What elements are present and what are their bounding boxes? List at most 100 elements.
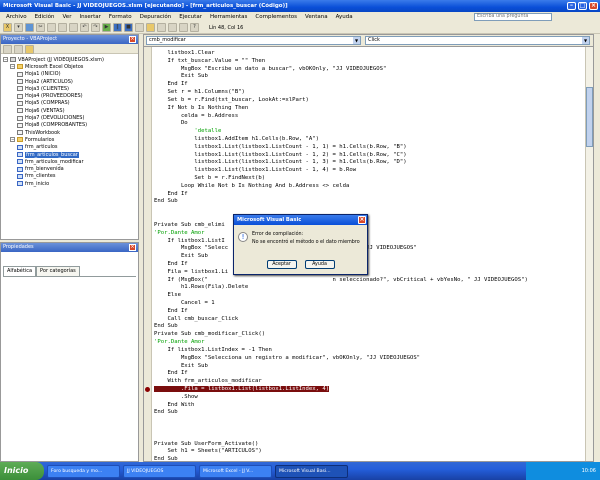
help-button[interactable]: Ayuda	[304, 260, 335, 269]
save-icon[interactable]	[25, 23, 34, 32]
code-line[interactable]: Set b = r.FindNext(b)	[154, 175, 586, 183]
code-line[interactable]: If txt_buscar.Value = "" Then	[154, 58, 586, 66]
tree-item[interactable]: Hoja5 (COMPRAS)	[3, 100, 138, 107]
pause-icon[interactable]: ‖	[113, 23, 122, 32]
start-button[interactable]: Inicio	[0, 462, 44, 480]
code-line[interactable]: Exit Sub	[154, 363, 586, 371]
code-line[interactable]: Private Sub cmb_elimi	[154, 222, 586, 230]
taskbar-item[interactable]: JJ VIDEOJUEGOS	[123, 464, 196, 478]
maximize-button[interactable]: □	[578, 2, 587, 10]
cut-icon[interactable]: ✂	[36, 23, 45, 32]
code-line[interactable]: End If	[154, 370, 586, 378]
tree-item[interactable]: Hoja1 (INICIO)	[3, 71, 138, 78]
close-icon[interactable]: ×	[129, 36, 136, 43]
code-line[interactable]: 'detalle	[154, 128, 586, 136]
code-line[interactable]	[154, 433, 586, 441]
close-button[interactable]: ×	[589, 2, 598, 10]
code-line[interactable]: .Fila = listbox1.List(listbox1.ListIndex…	[154, 385, 586, 394]
code-line[interactable]: listbox1.List(listbox1.ListCount - 1, 2)…	[154, 152, 586, 160]
taskbar-item[interactable]: Microsoft Visual Basi...	[275, 464, 348, 478]
tree-item[interactable]: Hoja6 (VENTAS)	[3, 107, 138, 114]
chevron-down-icon[interactable]: ▼	[582, 37, 589, 44]
code-line[interactable]: End With	[154, 402, 586, 410]
toolbox-icon[interactable]	[179, 23, 188, 32]
ok-button[interactable]: Aceptar	[266, 260, 297, 269]
collapse-icon[interactable]: −	[10, 64, 15, 70]
menu-item-8[interactable]: Complementos	[251, 14, 301, 20]
tree-item[interactable]: ThisWorkbook	[3, 129, 138, 136]
code-line[interactable]: Private Sub cmb_modificar_Click()	[154, 331, 586, 339]
taskbar-item[interactable]: Foro busqueda y mo...	[47, 464, 120, 478]
help-icon[interactable]: ?	[190, 23, 199, 32]
code-line[interactable]: If listbox1.ListI	[154, 238, 586, 246]
taskbar-item[interactable]: Microsoft Excel - JJ V...	[199, 464, 272, 478]
dialog-close-button[interactable]: ×	[358, 216, 366, 224]
collapse-icon[interactable]: −	[10, 137, 15, 143]
object-browser-icon[interactable]	[168, 23, 177, 32]
tree-item[interactable]: frm_articulos_modificar	[3, 158, 138, 165]
code-line[interactable]: .Show	[154, 394, 586, 402]
code-line[interactable]: h1.Rows(Fila).Delete	[154, 284, 586, 292]
project-explorer-icon[interactable]	[146, 23, 155, 32]
tab-alphabetic[interactable]: Alfabética	[3, 266, 37, 276]
code-line[interactable]: Set h1 = Sheets("ARTICULOS")	[154, 448, 586, 456]
code-editor[interactable]: listbox1.Clear If txt_buscar.Value = "" …	[154, 47, 586, 461]
toggle-folders-icon[interactable]	[25, 45, 34, 54]
menu-item-6[interactable]: Ejecutar	[175, 14, 206, 20]
code-line[interactable]: End If	[154, 261, 586, 269]
code-line[interactable]: listbox1.AddItem h1.Cells(b.Row, "A")	[154, 136, 586, 144]
code-line[interactable]: Call cmb_buscar_Click	[154, 316, 586, 324]
tree-item[interactable]: − Microsoft Excel Objetos	[3, 63, 138, 70]
run-icon[interactable]: ▶	[102, 23, 111, 32]
scrollbar-thumb[interactable]	[586, 87, 593, 147]
code-line[interactable]: End If	[154, 81, 586, 89]
code-line[interactable]: listbox1.List(listbox1.ListCount - 1, 4)…	[154, 167, 586, 175]
code-line[interactable]	[154, 214, 586, 222]
tree-item[interactable]: frm_inicio	[3, 180, 138, 187]
view-object-icon[interactable]	[14, 45, 23, 54]
code-line[interactable]: Set r = h1.Columns("B")	[154, 89, 586, 97]
insert-icon[interactable]: ▾	[14, 23, 23, 32]
code-line[interactable]: listbox1.Clear	[154, 50, 586, 58]
stop-icon[interactable]: ■	[124, 23, 133, 32]
tree-item[interactable]: − Formularios	[3, 136, 138, 143]
tree-item[interactable]: Hoja4 (PROVEEDORES)	[3, 92, 138, 99]
tree-item[interactable]: Hoja8 (COMPROBANTES)	[3, 122, 138, 129]
code-line[interactable]: If listbox1.ListIndex = -1 Then	[154, 347, 586, 355]
code-line[interactable]: 'Por.Dante Amor	[154, 339, 586, 347]
procedure-combo[interactable]: Click ▼	[365, 36, 590, 45]
code-line[interactable]: Private Sub UserForm_Activate()	[154, 441, 586, 449]
code-line[interactable]: With frm_articulos_modificar	[154, 378, 586, 386]
chevron-down-icon[interactable]: ▼	[353, 37, 360, 44]
design-mode-icon[interactable]	[135, 23, 144, 32]
close-icon[interactable]: ×	[129, 244, 136, 251]
tree-item[interactable]: frm_bienvenida	[3, 165, 138, 172]
code-line[interactable]: Cancel = 1	[154, 300, 586, 308]
code-line[interactable]: celda = b.Address	[154, 113, 586, 121]
menu-item-7[interactable]: Herramientas	[206, 14, 251, 20]
view-code-icon[interactable]	[3, 45, 12, 54]
menu-item-3[interactable]: Insertar	[75, 14, 104, 20]
tree-item[interactable]: Hoja3 (CLIENTES)	[3, 85, 138, 92]
code-line[interactable]: End If	[154, 191, 586, 199]
redo-icon[interactable]: ↷	[91, 23, 100, 32]
code-line[interactable]: 'Por.Dante Amor	[154, 230, 586, 238]
help-search-input[interactable]: Escriba una pregunta	[474, 13, 552, 21]
code-line[interactable]: Exit Sub	[154, 253, 586, 261]
find-icon[interactable]	[69, 23, 78, 32]
undo-icon[interactable]: ↶	[80, 23, 89, 32]
code-line[interactable]: End Sub	[154, 456, 586, 461]
menu-item-0[interactable]: Archivo	[2, 14, 31, 20]
code-line[interactable]: Do	[154, 120, 586, 128]
menu-item-4[interactable]: Formato	[105, 14, 136, 20]
menu-item-2[interactable]: Ver	[58, 14, 75, 20]
code-line[interactable]: If (MsgBox(" n seleccionado?", vbCritica…	[154, 277, 586, 285]
properties-icon[interactable]	[157, 23, 166, 32]
code-line[interactable]: Fila = listbox1.Li	[154, 269, 586, 277]
code-line[interactable]: Else	[154, 292, 586, 300]
code-line[interactable]: Loop While Not b Is Nothing And b.Addres…	[154, 183, 586, 191]
code-line[interactable]: listbox1.List(listbox1.ListCount - 1, 3)…	[154, 159, 586, 167]
code-line[interactable]	[154, 425, 586, 433]
menu-item-9[interactable]: Ventana	[301, 14, 332, 20]
menu-item-1[interactable]: Edición	[31, 14, 59, 20]
